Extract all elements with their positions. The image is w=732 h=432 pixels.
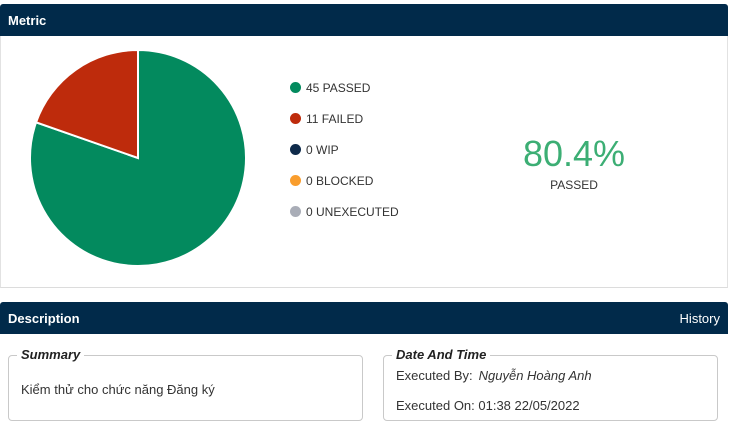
status-pie-chart <box>29 48 247 267</box>
datetime-box: Date And Time Executed By: Nguyễn Hoàng A… <box>383 347 718 421</box>
legend-item[interactable]: 0 UNEXECUTED <box>290 196 399 227</box>
description-title: Description <box>8 310 80 326</box>
legend-label: 0 BLOCKED <box>306 173 374 188</box>
legend-label: 0 UNEXECUTED <box>306 204 399 219</box>
dot-icon <box>290 82 301 93</box>
summary-title: Summary <box>17 347 85 362</box>
legend-item[interactable]: 11 FAILED <box>290 103 399 134</box>
pass-rate-value: 80.4% <box>522 133 626 174</box>
dot-icon <box>290 144 301 155</box>
legend-label: 45 PASSED <box>306 80 371 95</box>
dot-icon <box>290 206 301 217</box>
chart-legend: 45 PASSED 11 FAILED 0 WIP 0 BLOCKED 0 UNEXEC… <box>290 72 399 227</box>
summary-text: Kiểm thử cho chức năng Đăng ký <box>21 382 215 397</box>
summary-box: Summary Kiểm thử cho chức năng Đăng ký <box>8 347 363 421</box>
legend-label: 0 WIP <box>306 142 339 157</box>
dot-icon <box>290 175 301 186</box>
history-link[interactable]: History <box>680 311 720 326</box>
pass-rate-label: PASSED <box>550 178 598 192</box>
executed-by-row: Executed By: Nguyễn Hoàng Anh <box>396 368 592 383</box>
metric-title: Metric <box>8 12 47 28</box>
pass-rate: 80.4% PASSED <box>494 132 654 192</box>
executed-by-value: Nguyễn Hoàng Anh <box>478 368 592 383</box>
executed-by-label: Executed By: <box>396 368 473 383</box>
legend-item[interactable]: 0 WIP <box>290 134 399 165</box>
legend-item[interactable]: 0 BLOCKED <box>290 165 399 196</box>
executed-on-text: Executed On: 01:38 22/05/2022 <box>396 398 580 413</box>
legend-item[interactable]: 45 PASSED <box>290 72 399 103</box>
description-header: Description History <box>0 302 728 334</box>
datetime-title: Date And Time <box>392 347 491 362</box>
legend-label: 11 FAILED <box>306 111 364 126</box>
dot-icon <box>290 113 301 124</box>
metric-header: Metric <box>0 4 728 36</box>
